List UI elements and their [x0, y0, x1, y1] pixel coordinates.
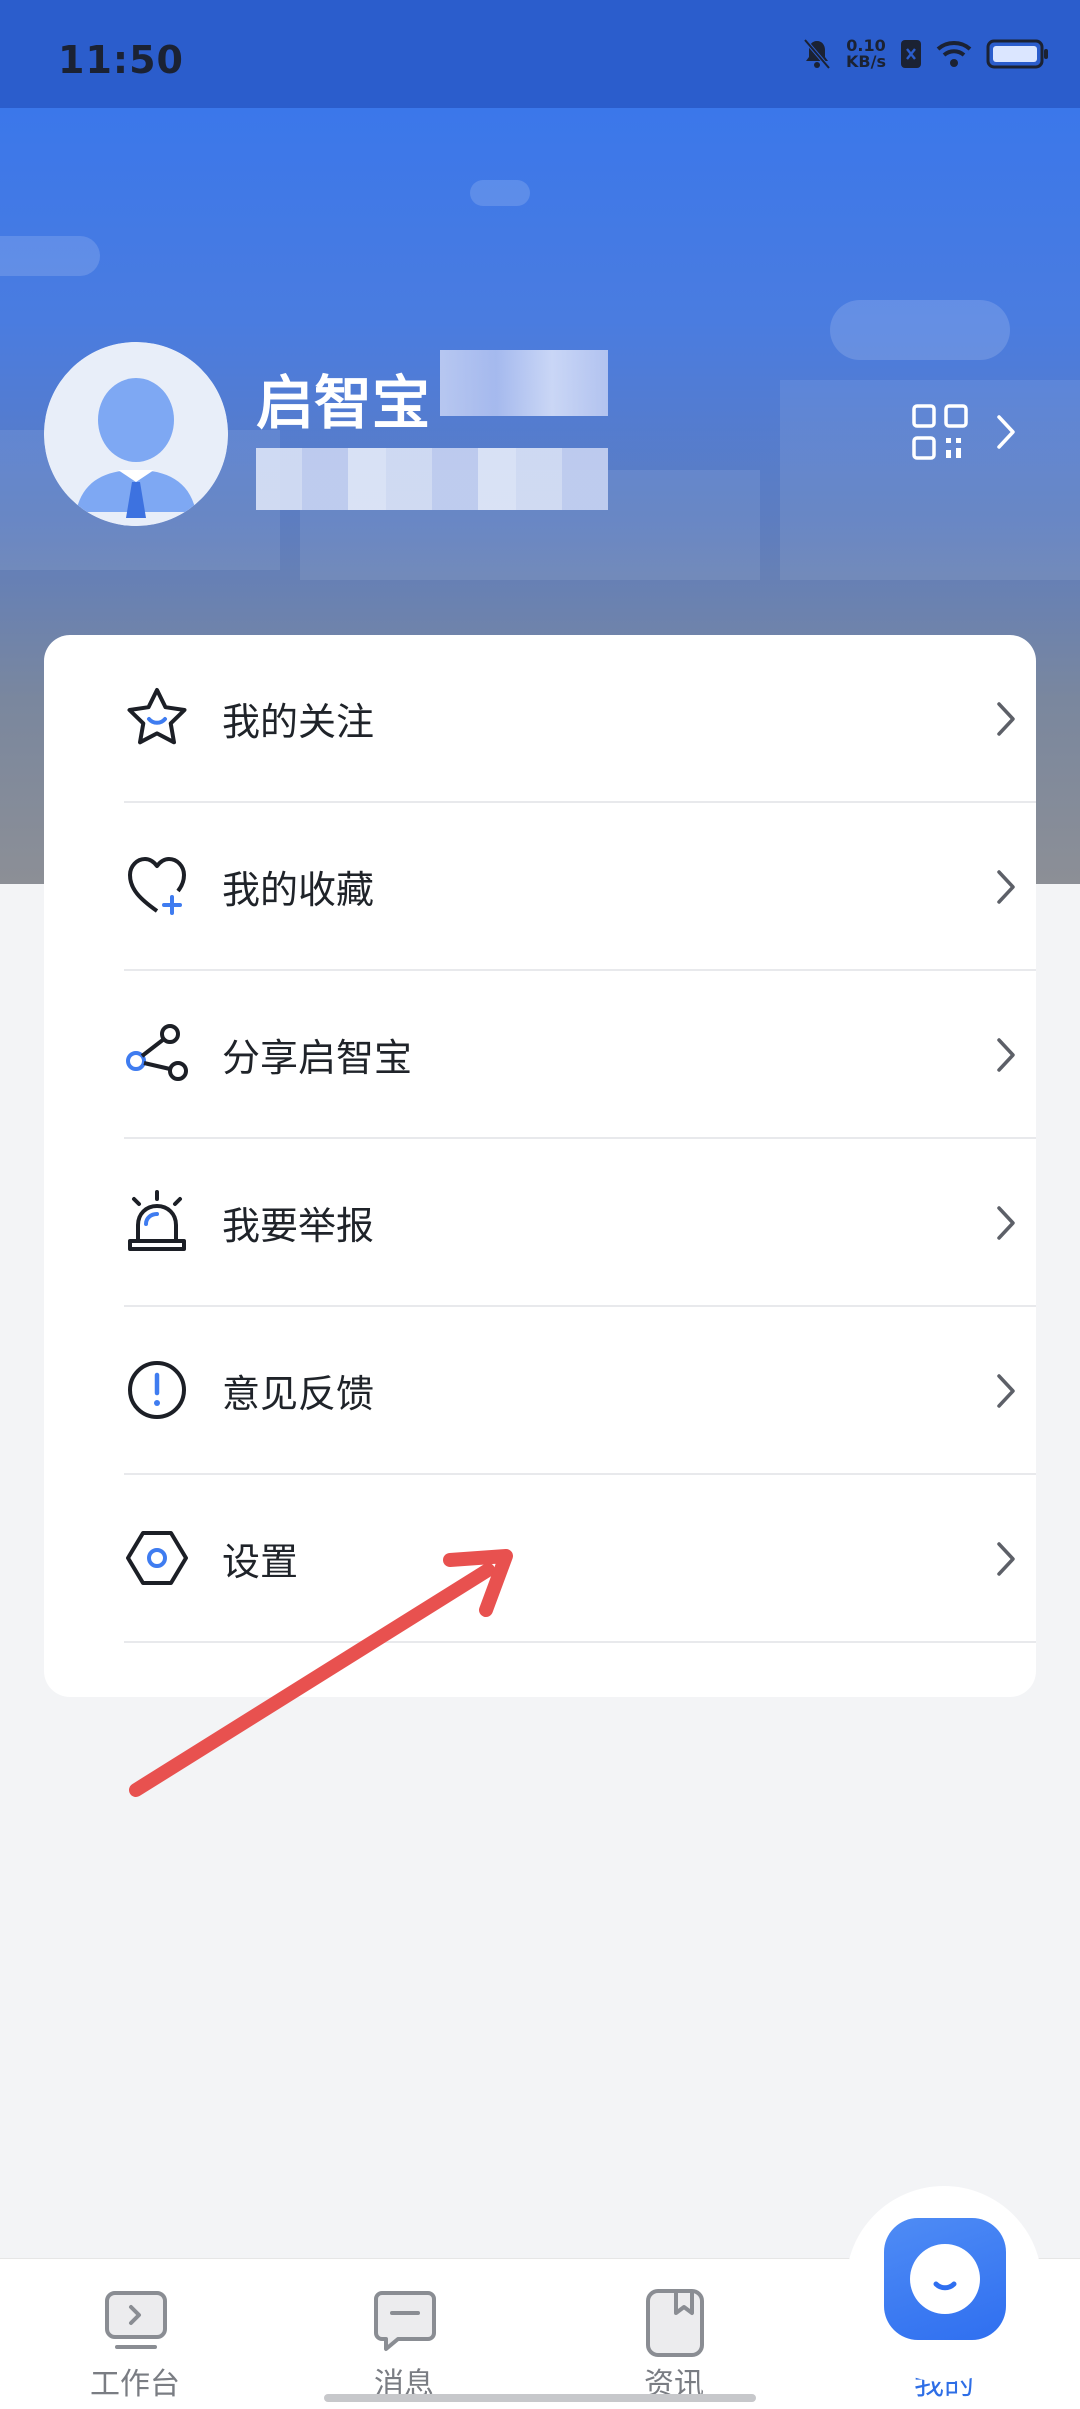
- nav-tab-messages[interactable]: 消息: [334, 2277, 474, 2402]
- workbench-icon: [105, 2291, 167, 2349]
- nav-tab-workbench[interactable]: 工作台: [65, 2277, 205, 2402]
- annotation-arrow: [129, 1549, 513, 1797]
- mine-tab-button[interactable]: [884, 2218, 1006, 2340]
- nav-label: 工作台: [90, 2367, 180, 2402]
- news-icon: [646, 2289, 704, 2357]
- home-indicator: [324, 2394, 756, 2402]
- profile-face-icon: [910, 2244, 980, 2314]
- message-icon: [374, 2291, 436, 2351]
- nav-tab-news[interactable]: 资讯: [604, 2277, 744, 2402]
